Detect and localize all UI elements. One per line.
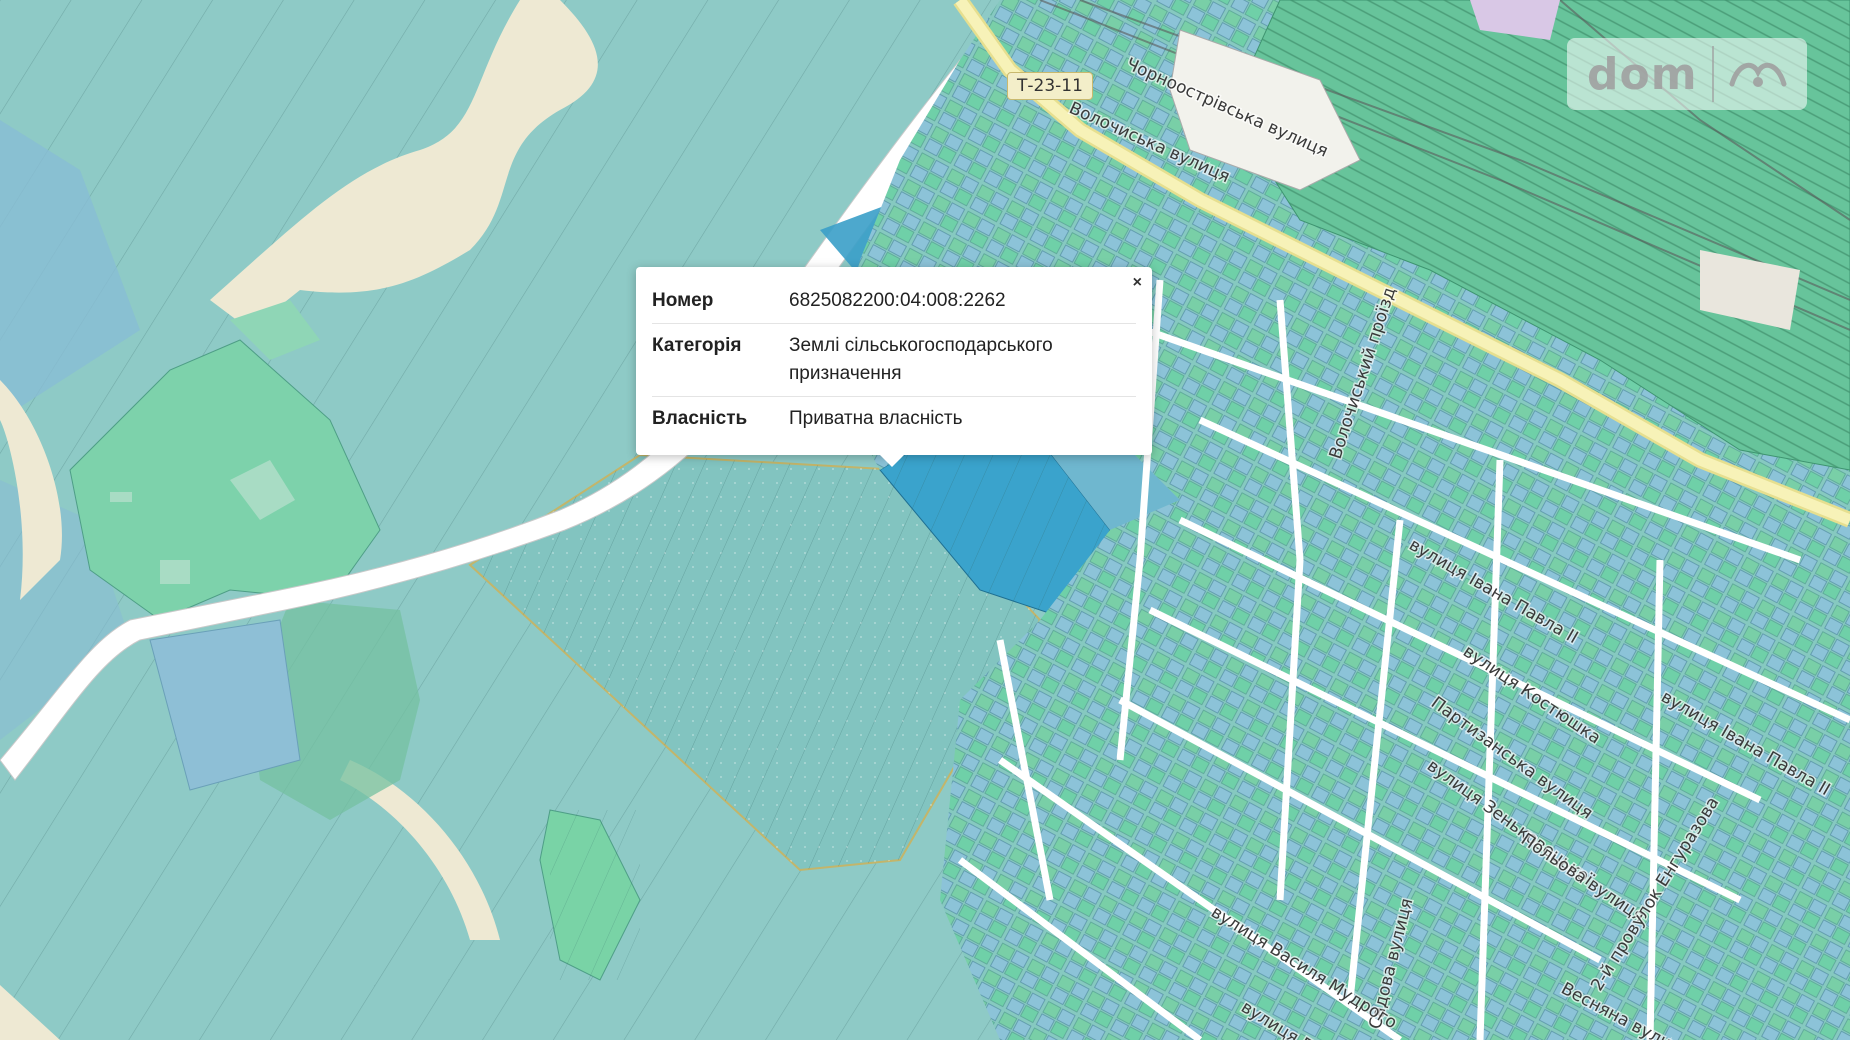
popup-pointer — [880, 455, 904, 467]
field-value-category: Землі сільськогосподарського призначення — [789, 322, 1136, 396]
table-row: Категорія Землі сільськогосподарського п… — [652, 322, 1136, 396]
road-ref-badge: Т-23-11 — [1007, 72, 1093, 100]
watermark-divider — [1711, 46, 1714, 102]
watermark: dom — [1567, 38, 1807, 110]
table-row: Номер 6825082200:04:008:2262 — [652, 279, 1136, 323]
close-icon[interactable]: × — [1133, 273, 1142, 293]
watermark-text: dom — [1587, 48, 1698, 100]
field-label-category: Категорія — [652, 322, 789, 396]
garden-parcel-lines — [550, 810, 640, 980]
field-value-ownership: Приватна власність — [789, 395, 1136, 440]
cadastral-map[interactable]: Волочиська вулиця Чорноострівська вулиця… — [0, 0, 1850, 1040]
field-value-number: 6825082200:04:008:2262 — [789, 290, 1006, 311]
building — [110, 492, 132, 502]
parcel-info-popup: × Номер 6825082200:04:008:2262 Категорія… — [636, 267, 1152, 467]
building — [160, 560, 190, 584]
ria-logo-icon — [1729, 62, 1787, 87]
table-row: Власність Приватна власність — [652, 395, 1136, 440]
parcel-info-table: Номер 6825082200:04:008:2262 Категорія З… — [652, 279, 1136, 440]
field-label-ownership: Власність — [652, 395, 789, 440]
field-label-number: Номер — [652, 290, 714, 311]
